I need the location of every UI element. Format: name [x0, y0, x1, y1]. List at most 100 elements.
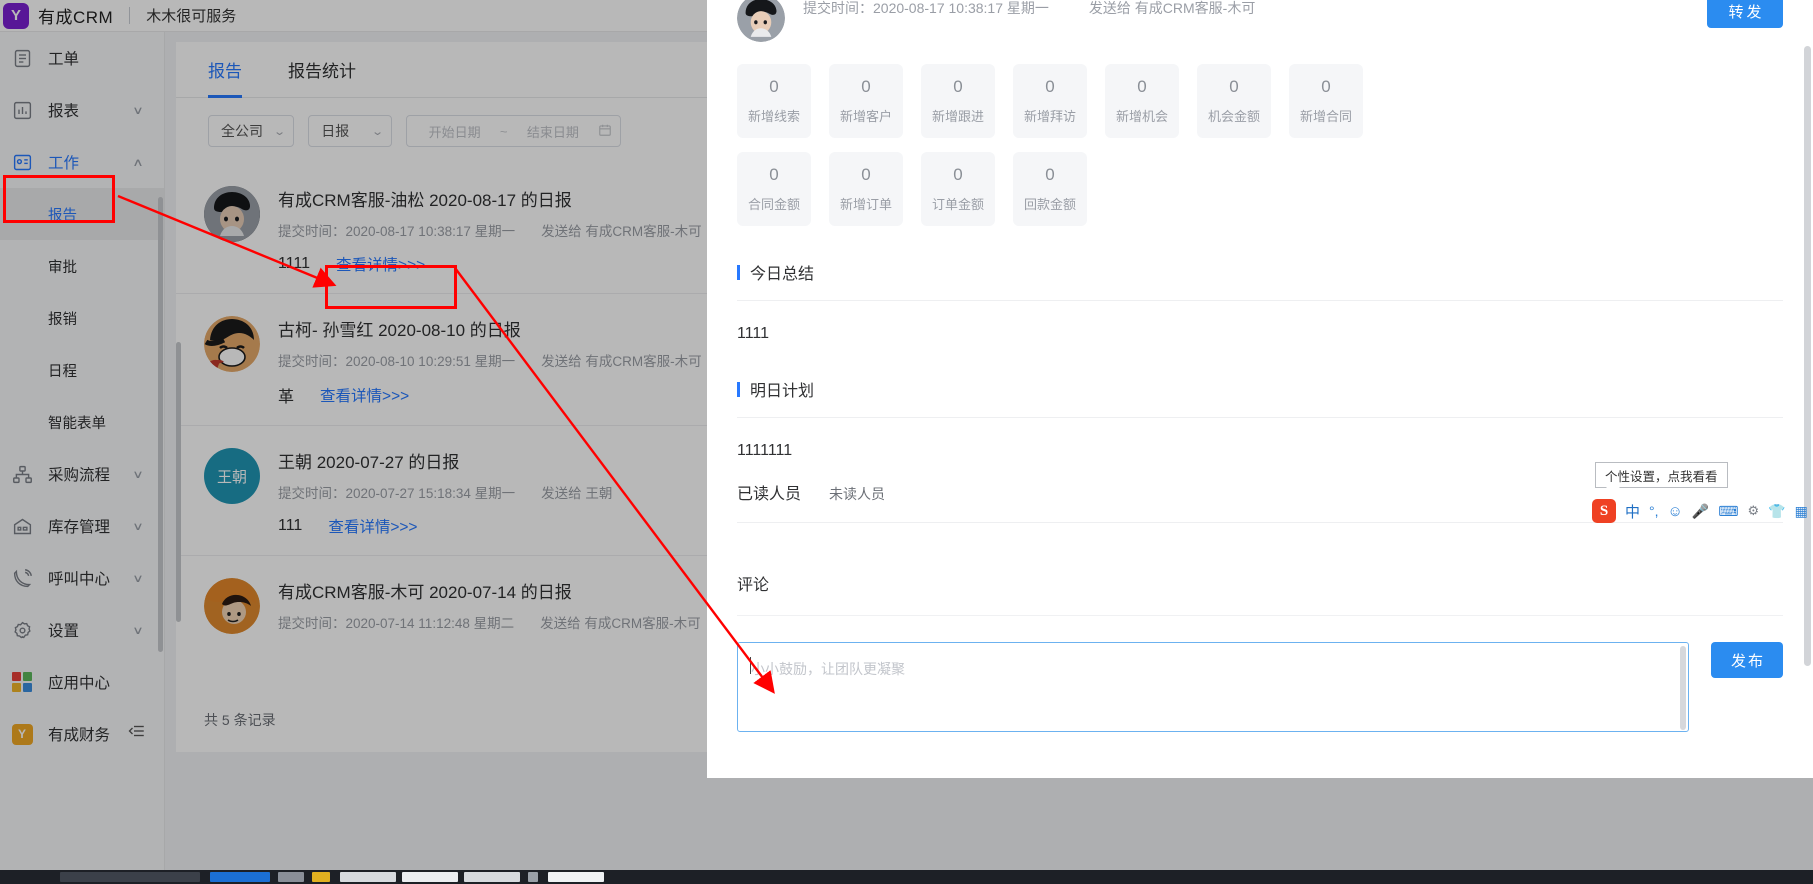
- taskbar-item[interactable]: [340, 872, 396, 882]
- date-range-picker[interactable]: 开始日期 ~ 结束日期: [406, 115, 622, 147]
- sidebar-item-purchase[interactable]: 采购流程 ∨: [0, 448, 164, 500]
- report-list-item[interactable]: 古柯- 孙雪红 2020-08-10 的日报 提交时间：2020-08-10 1…: [176, 294, 716, 426]
- stat-value: 0: [1229, 77, 1239, 96]
- ime-microphone-icon[interactable]: 🎤: [1692, 503, 1709, 520]
- avatar-initials: 王朝: [216, 468, 247, 486]
- sidebar-item-label: 设置: [48, 623, 80, 640]
- taskbar-item[interactable]: [464, 872, 520, 882]
- comment-scrollbar[interactable]: [1680, 646, 1686, 730]
- publish-button[interactable]: 发布: [1711, 642, 1783, 678]
- stat-card: 0 新增拜访: [1013, 64, 1087, 138]
- comment-section-title: 评论: [737, 571, 1783, 616]
- ime-chinese-mode-icon[interactable]: 中: [1625, 501, 1640, 522]
- taskbar-item[interactable]: [528, 872, 538, 882]
- sidebar-item-callcenter[interactable]: 呼叫中心 ∨: [0, 552, 164, 604]
- stat-value: 0: [861, 77, 871, 96]
- sidebar-item-approval[interactable]: 审批: [0, 240, 164, 292]
- sidebar-item-smartform[interactable]: 智能表单: [0, 396, 164, 448]
- summary-title: 今日总结: [750, 266, 815, 283]
- sidebar-subitem-label: 智能表单: [48, 415, 106, 432]
- filter-bar: 全公司 ⌄ 日报 ⌄ 开始日期 ~ 结束日期: [176, 98, 716, 164]
- sidebar-item-appcenter[interactable]: 应用中心: [0, 656, 164, 708]
- sidebar-item-reimbursement[interactable]: 报销: [0, 292, 164, 344]
- left-sidebar: 工单 报表 ∨ 工作 ∧ 报告 审批 报销 日程 智能表单 采购流程 ∨ 库存管…: [0, 32, 165, 884]
- view-detail-link[interactable]: 查看详情>>>: [320, 384, 409, 406]
- view-detail-link[interactable]: 查看详情>>>: [328, 515, 417, 537]
- tenant-name: 木木很可服务: [146, 8, 237, 25]
- chevron-down-icon: ∨: [132, 104, 144, 117]
- sidebar-item-report[interactable]: 报告: [0, 188, 164, 240]
- collapse-sidebar-icon[interactable]: [128, 722, 146, 745]
- sidebar-item-schedule[interactable]: 日程: [0, 344, 164, 396]
- ime-keyboard-icon[interactable]: ⌨: [1718, 503, 1738, 520]
- report-footer: 1111 查看详情>>>: [278, 253, 716, 275]
- taskbar-item[interactable]: [278, 872, 304, 882]
- report-type-value: 日报: [321, 123, 350, 139]
- avatar: [204, 578, 260, 634]
- taskbar-item[interactable]: [548, 872, 604, 882]
- stat-card: 0 回款金额: [1013, 152, 1087, 226]
- report-meta: 提交时间：2020-08-10 10:29:51 星期一 发送给 有成CRM客服…: [278, 350, 716, 370]
- tab-report-stats[interactable]: 报告统计: [288, 42, 356, 98]
- phone-icon: [10, 566, 34, 590]
- app-logo-icon: Y: [3, 2, 29, 29]
- ime-toolbar[interactable]: S 中 °, ☺ 🎤 ⌨ ⚙ 👕 ▦: [1592, 497, 1808, 525]
- stat-value: 0: [769, 77, 779, 96]
- sidebar-item-work[interactable]: 工作 ∧: [0, 136, 164, 188]
- modal-scrollbar[interactable]: [1804, 46, 1811, 666]
- report-submitted-time: 提交时间：2020-08-17 10:38:17 星期一: [278, 224, 516, 239]
- ime-punctuation-icon[interactable]: °,: [1649, 503, 1659, 519]
- sidebar-item-label: 有成财务: [48, 727, 111, 744]
- list-scrollbar[interactable]: [176, 342, 181, 622]
- scope-select-value: 全公司: [221, 123, 263, 139]
- sidebar-item-reports[interactable]: 报表 ∨: [0, 84, 164, 136]
- date-range-separator: ~: [499, 123, 508, 139]
- sidebar-subitem-label: 报销: [48, 311, 77, 328]
- ime-toolbox-icon[interactable]: ⚙: [1748, 503, 1760, 519]
- tab-report[interactable]: 报告: [208, 42, 242, 98]
- sidebar-item-label: 工单: [48, 51, 80, 68]
- sidebar-item-label: 呼叫中心: [48, 571, 111, 588]
- sidebar-scrollbar[interactable]: [158, 197, 163, 652]
- sidebar-item-label: 报表: [48, 103, 80, 120]
- taskbar-item[interactable]: [210, 872, 270, 882]
- stat-label: 新增客户: [839, 109, 892, 124]
- report-type-select[interactable]: 日报 ⌄: [308, 115, 393, 147]
- sogou-logo-icon[interactable]: S: [1592, 499, 1616, 523]
- summary-body: 1111: [737, 325, 770, 342]
- id-card-icon: [10, 150, 34, 174]
- ime-emoji-icon[interactable]: ☺: [1668, 503, 1683, 520]
- taskbar-item[interactable]: [402, 872, 458, 882]
- tab-unread-people[interactable]: 未读人员: [829, 484, 885, 504]
- report-meta: 提交时间：2020-08-17 10:38:17 星期一 发送给 有成CRM客服…: [278, 220, 716, 240]
- app-grid-icon: [10, 670, 34, 694]
- ime-skin-icon[interactable]: 👕: [1768, 503, 1785, 520]
- sidebar-item-worksheet[interactable]: 工单: [0, 32, 164, 84]
- ime-menu-icon[interactable]: ▦: [1795, 503, 1808, 520]
- report-title: 古柯- 孙雪红 2020-08-10 的日报: [278, 321, 521, 340]
- view-detail-link[interactable]: 查看详情>>>: [336, 253, 425, 275]
- scope-select[interactable]: 全公司 ⌄: [208, 115, 295, 147]
- taskbar-item[interactable]: [312, 872, 330, 882]
- stats-grid-row2: 0 合同金额 0 新增订单 0 订单金额 0 回款金额: [707, 138, 1527, 226]
- sidebar-item-settings[interactable]: 设置 ∨: [0, 604, 164, 656]
- comment-input[interactable]: 小小鼓励，让团队更凝聚: [737, 642, 1689, 732]
- sidebar-subitem-label: 日程: [48, 363, 77, 380]
- sidebar-item-inventory[interactable]: 库存管理 ∨: [0, 500, 164, 552]
- report-title: 有成CRM客服-油松 2020-08-17 的日报: [278, 191, 572, 210]
- forward-button[interactable]: 转发: [1707, 0, 1783, 28]
- comment-placeholder: 小小鼓励，让团队更凝聚: [751, 661, 905, 677]
- report-list-item[interactable]: 王朝 王朝 2020-07-27 的日报 提交时间：2020-07-27 15:…: [176, 426, 716, 556]
- chevron-down-icon: ⌄: [273, 125, 287, 138]
- report-list-item[interactable]: 有成CRM客服-油松 2020-08-17 的日报 提交时间：2020-08-1…: [176, 164, 716, 294]
- section-accent-bar: [737, 264, 740, 280]
- taskbar-item[interactable]: [60, 872, 200, 882]
- report-footer: 111 查看详情>>>: [278, 515, 716, 537]
- stat-value: 0: [953, 77, 963, 96]
- tab-read-people[interactable]: 已读人员: [737, 480, 801, 504]
- record-count: 共 5 条记录: [204, 712, 276, 728]
- report-list-item[interactable]: 有成CRM客服-木可 2020-07-14 的日报 提交时间：2020-07-1…: [176, 556, 716, 652]
- date-end-placeholder: 结束日期: [526, 124, 579, 140]
- stat-card: 0 合同金额: [737, 152, 811, 226]
- report-sent-to: 发送给 有成CRM客服-木可: [541, 354, 702, 369]
